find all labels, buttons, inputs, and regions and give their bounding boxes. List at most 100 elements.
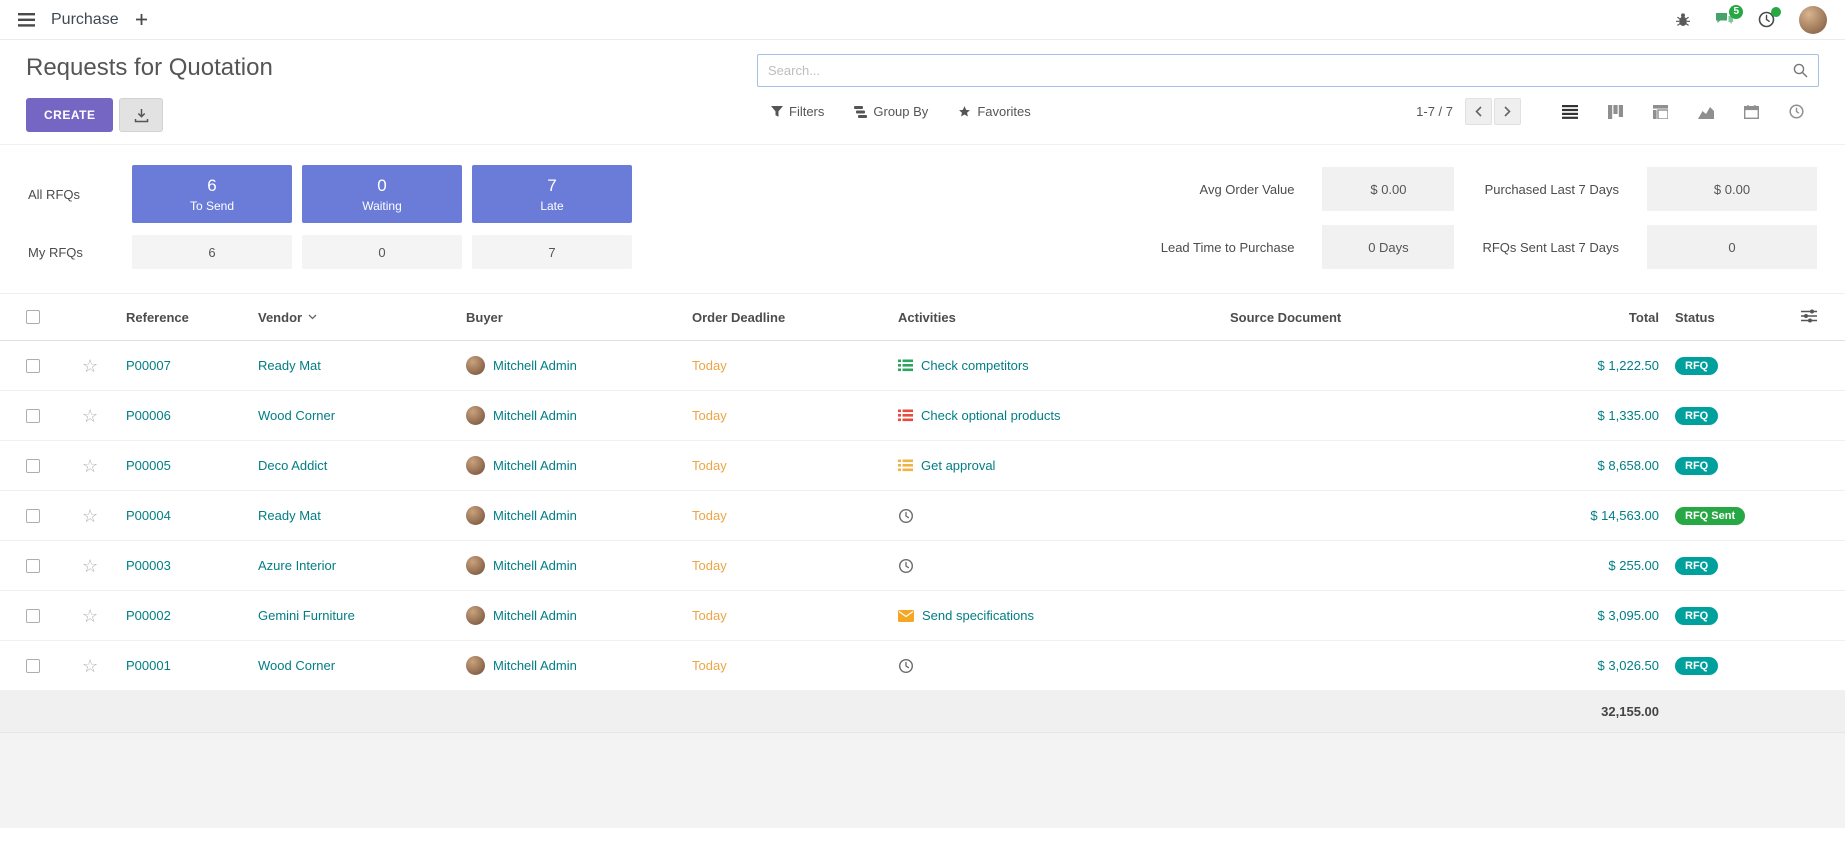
- buyer-link[interactable]: Mitchell Admin: [493, 558, 577, 573]
- my-late-count[interactable]: 7: [472, 235, 632, 269]
- reference-link[interactable]: P00007: [126, 358, 171, 373]
- rfqs-sent-last-7-days[interactable]: 0: [1647, 225, 1817, 269]
- row-checkbox[interactable]: [26, 359, 40, 373]
- debug-bug-icon[interactable]: [1675, 12, 1691, 28]
- reference-link[interactable]: P00001: [126, 658, 171, 673]
- optional-columns-icon[interactable]: [1801, 309, 1817, 326]
- export-button[interactable]: [119, 98, 163, 132]
- list-view-icon[interactable]: [1547, 99, 1593, 124]
- buyer-link[interactable]: Mitchell Admin: [493, 658, 577, 673]
- reference-link[interactable]: P00003: [126, 558, 171, 573]
- header-vendor[interactable]: Vendor: [258, 310, 466, 325]
- search-icon[interactable]: [1793, 63, 1818, 78]
- row-checkbox[interactable]: [26, 459, 40, 473]
- purchased-last-7-days-label: Purchased Last 7 Days: [1482, 182, 1619, 197]
- app-name[interactable]: Purchase: [51, 11, 119, 29]
- buyer-link[interactable]: Mitchell Admin: [493, 458, 577, 473]
- table-row[interactable]: ☆ P00006 Wood Corner Mitchell Admin Toda…: [0, 391, 1845, 441]
- vendor-link[interactable]: Ready Mat: [258, 358, 321, 373]
- pager-previous-button[interactable]: [1465, 98, 1492, 125]
- purchased-last-7-days[interactable]: $ 0.00: [1647, 167, 1817, 211]
- activity-label[interactable]: Send specifications: [922, 608, 1034, 623]
- pivot-view-icon[interactable]: [1638, 99, 1683, 124]
- plus-icon[interactable]: [135, 13, 148, 26]
- favorite-star-icon[interactable]: ☆: [82, 457, 98, 475]
- table-row[interactable]: ☆ P00007 Ready Mat Mitchell Admin Today …: [0, 341, 1845, 391]
- vendor-link[interactable]: Wood Corner: [258, 658, 335, 673]
- activity-icon[interactable]: [898, 359, 913, 372]
- favorite-star-icon[interactable]: ☆: [82, 607, 98, 625]
- total-amount: $ 3,095.00: [1598, 608, 1659, 623]
- reference-link[interactable]: P00004: [126, 508, 171, 523]
- row-checkbox[interactable]: [26, 509, 40, 523]
- table-row[interactable]: ☆ P00001 Wood Corner Mitchell Admin Toda…: [0, 641, 1845, 691]
- vendor-link[interactable]: Gemini Furniture: [258, 608, 355, 623]
- select-all-checkbox[interactable]: [26, 310, 40, 324]
- table-row[interactable]: ☆ P00004 Ready Mat Mitchell Admin Today …: [0, 491, 1845, 541]
- activity-icon[interactable]: [898, 409, 913, 422]
- header-total[interactable]: Total: [1473, 310, 1659, 325]
- vendor-link[interactable]: Ready Mat: [258, 508, 321, 523]
- buyer-link[interactable]: Mitchell Admin: [493, 508, 577, 523]
- header-activities[interactable]: Activities: [898, 310, 1230, 325]
- row-checkbox[interactable]: [26, 409, 40, 423]
- group-by-button[interactable]: Group By: [854, 104, 928, 119]
- row-checkbox[interactable]: [26, 609, 40, 623]
- table-row[interactable]: ☆ P00002 Gemini Furniture Mitchell Admin…: [0, 591, 1845, 641]
- activity-icon[interactable]: [898, 610, 914, 622]
- filters-button[interactable]: Filters: [771, 104, 824, 119]
- activity-icon[interactable]: [898, 658, 914, 674]
- calendar-view-icon[interactable]: [1729, 99, 1774, 124]
- favorite-star-icon[interactable]: ☆: [82, 507, 98, 525]
- tile-late[interactable]: 7 Late: [472, 165, 632, 223]
- favorites-button[interactable]: Favorites: [958, 104, 1030, 119]
- activity-icon[interactable]: [898, 508, 914, 524]
- kanban-view-icon[interactable]: [1593, 99, 1638, 124]
- activity-label[interactable]: Get approval: [921, 458, 995, 473]
- activities-clock-icon[interactable]: [1758, 11, 1775, 28]
- buyer-link[interactable]: Mitchell Admin: [493, 408, 577, 423]
- favorite-star-icon[interactable]: ☆: [82, 557, 98, 575]
- activity-icon[interactable]: [898, 459, 913, 472]
- vendor-link[interactable]: Azure Interior: [258, 558, 336, 573]
- row-checkbox[interactable]: [26, 659, 40, 673]
- activity-view-icon[interactable]: [1774, 99, 1819, 124]
- vendor-link[interactable]: Deco Addict: [258, 458, 327, 473]
- row-checkbox[interactable]: [26, 559, 40, 573]
- my-waiting-count[interactable]: 0: [302, 235, 462, 269]
- lead-time-value[interactable]: 0 Days: [1322, 225, 1454, 269]
- vendor-link[interactable]: Wood Corner: [258, 408, 335, 423]
- table-row[interactable]: ☆ P00003 Azure Interior Mitchell Admin T…: [0, 541, 1845, 591]
- reference-link[interactable]: P00002: [126, 608, 171, 623]
- avg-order-value[interactable]: $ 0.00: [1322, 167, 1454, 211]
- tile-to-send[interactable]: 6 To Send: [132, 165, 292, 223]
- table-row[interactable]: ☆ P00005 Deco Addict Mitchell Admin Toda…: [0, 441, 1845, 491]
- tile-waiting[interactable]: 0 Waiting: [302, 165, 462, 223]
- graph-view-icon[interactable]: [1683, 99, 1729, 124]
- buyer-link[interactable]: Mitchell Admin: [493, 608, 577, 623]
- total-amount: $ 1,222.50: [1598, 358, 1659, 373]
- pager-next-button[interactable]: [1494, 98, 1521, 125]
- favorite-star-icon[interactable]: ☆: [82, 657, 98, 675]
- create-button[interactable]: CREATE: [26, 98, 113, 132]
- search-input[interactable]: [758, 63, 1793, 78]
- activity-label[interactable]: Check competitors: [921, 358, 1029, 373]
- header-reference[interactable]: Reference: [126, 310, 258, 325]
- reference-link[interactable]: P00006: [126, 408, 171, 423]
- user-avatar[interactable]: [1799, 6, 1827, 34]
- header-order-deadline[interactable]: Order Deadline: [692, 310, 898, 325]
- reference-link[interactable]: P00005: [126, 458, 171, 473]
- buyer-link[interactable]: Mitchell Admin: [493, 358, 577, 373]
- favorite-star-icon[interactable]: ☆: [82, 357, 98, 375]
- my-to-send-count[interactable]: 6: [132, 235, 292, 269]
- activity-icon[interactable]: [898, 558, 914, 574]
- apps-menu-icon[interactable]: [18, 13, 35, 27]
- header-status[interactable]: Status: [1659, 310, 1777, 325]
- header-source-document[interactable]: Source Document: [1230, 310, 1473, 325]
- activity-label[interactable]: Check optional products: [921, 408, 1060, 423]
- messages-icon[interactable]: 5: [1715, 12, 1734, 28]
- view-switcher: [1547, 99, 1819, 124]
- favorite-star-icon[interactable]: ☆: [82, 407, 98, 425]
- header-buyer[interactable]: Buyer: [466, 310, 692, 325]
- search-box: [757, 54, 1819, 87]
